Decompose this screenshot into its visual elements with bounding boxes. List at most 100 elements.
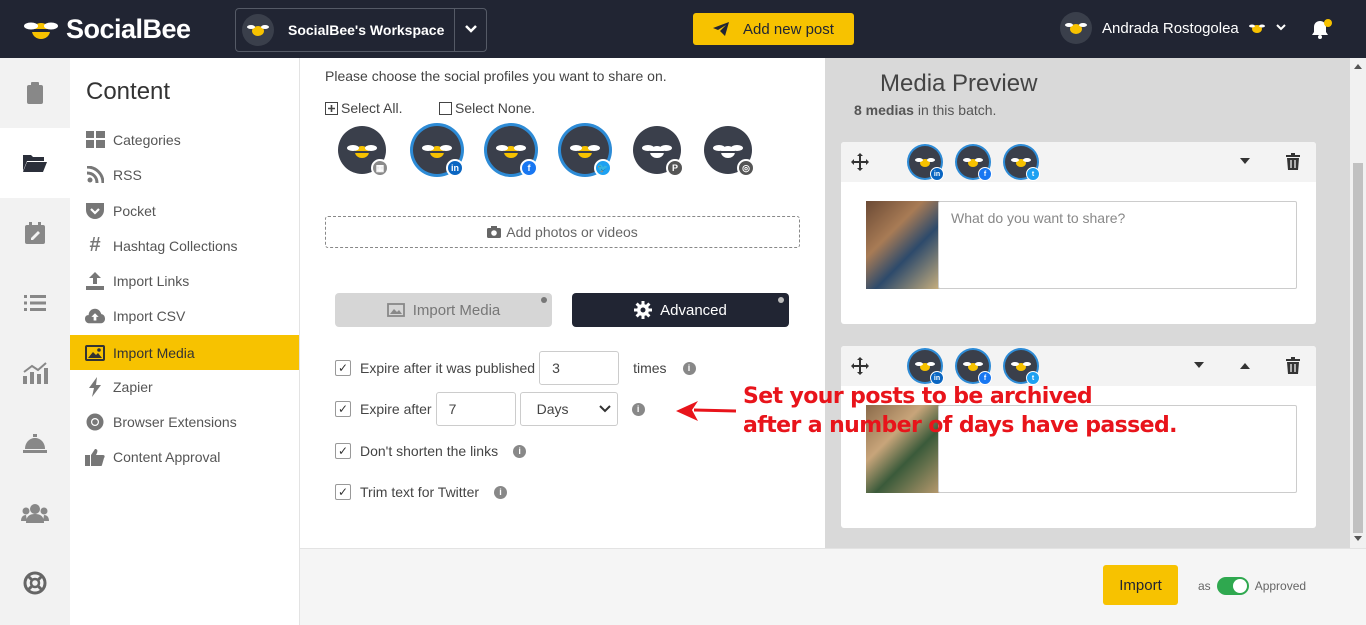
sidebar-item-hashtag-collections[interactable]: # Hashtag Collections: [70, 228, 299, 263]
add-new-post-button[interactable]: Add new post: [693, 13, 854, 45]
chevron-down-icon[interactable]: [464, 19, 478, 39]
preview-scrollbar[interactable]: [1350, 58, 1366, 548]
trash-icon[interactable]: [1286, 357, 1300, 374]
rail-posts[interactable]: [0, 268, 70, 338]
sidebar-item-label: Pocket: [113, 202, 156, 219]
sidebar-item-label: Browser Extensions: [113, 413, 237, 430]
bee-icon: [422, 145, 452, 158]
expire-after-checkbox[interactable]: ✓: [335, 401, 351, 417]
sidebar-item-import-links[interactable]: Import Links: [70, 263, 299, 298]
concierge-bell-icon: [23, 434, 47, 453]
move-icon[interactable]: [851, 357, 869, 375]
add-media-label: Add photos or videos: [506, 224, 638, 240]
workspace-switcher[interactable]: SocialBee's Workspace: [235, 8, 487, 52]
rail-dashboard[interactable]: [0, 58, 70, 128]
profile-twitter[interactable]: 🐦: [561, 126, 612, 177]
google-business-icon: ▦: [371, 159, 389, 177]
info-icon[interactable]: i: [513, 444, 527, 458]
top-bar: SocialBee SocialBee's Workspace Add new …: [0, 0, 1366, 58]
import-media-form: Please choose the social profiles you wa…: [300, 58, 825, 548]
instagram-icon: ◎: [737, 159, 755, 177]
sidebar-item-categories[interactable]: Categories: [70, 122, 299, 157]
sidebar-item-rss[interactable]: RSS: [70, 157, 299, 192]
rail-team[interactable]: [0, 478, 70, 548]
expire-published-input[interactable]: 3: [539, 351, 620, 385]
times-label: times: [633, 360, 667, 376]
bee-icon: [713, 145, 743, 158]
media-preview-title: Media Preview: [880, 70, 1038, 97]
profile-linkedin[interactable]: in: [413, 126, 464, 177]
select-none-button[interactable]: Select None.: [439, 100, 535, 116]
approval-status: as Approved: [1198, 577, 1306, 595]
rail-schedule[interactable]: [0, 198, 70, 268]
plus-square-icon: [325, 101, 338, 115]
info-icon[interactable]: i: [682, 361, 696, 375]
scroll-up-icon[interactable]: [1354, 64, 1362, 69]
scrollbar-thumb[interactable]: [1353, 163, 1363, 533]
expire-unit-select[interactable]: Days: [519, 392, 618, 426]
notification-bell[interactable]: [1308, 17, 1332, 46]
import-button[interactable]: Import: [1103, 565, 1178, 605]
linkedin-icon: in: [446, 159, 464, 177]
workspace-avatar: [242, 14, 274, 46]
sidebar-item-browser-extensions[interactable]: Browser Extensions: [70, 404, 299, 439]
move-icon[interactable]: [851, 153, 869, 171]
profile-google-business[interactable]: ▦: [338, 126, 389, 177]
select-all-button[interactable]: Select All.: [325, 100, 402, 116]
scroll-down-icon[interactable]: [1354, 536, 1362, 541]
profile-instagram[interactable]: ◎: [704, 126, 755, 177]
card-profile-linkedin: in: [909, 146, 944, 181]
option-expire-after: ✓ Expire after 7 Days i: [335, 392, 645, 426]
trash-icon[interactable]: [1286, 153, 1300, 170]
dont-shorten-checkbox[interactable]: ✓: [335, 443, 351, 459]
media-card-header: in f t: [841, 142, 1316, 182]
select-all-label: Select All.: [341, 100, 403, 116]
rail-help[interactable]: [0, 548, 70, 618]
app-logo[interactable]: SocialBee: [24, 14, 191, 45]
card-profile-twitter: t: [1005, 350, 1040, 385]
sidebar-item-content-approval[interactable]: Content Approval: [70, 439, 299, 474]
media-preview-panel: Media Preview 8 medias in this batch. in…: [825, 58, 1350, 548]
facebook-icon: f: [978, 167, 992, 181]
caret-down-icon[interactable]: [1193, 362, 1205, 369]
caret-down-icon[interactable]: [1239, 158, 1251, 165]
post-text-input[interactable]: What do you want to share?: [938, 201, 1297, 289]
rail-content[interactable]: [0, 128, 70, 198]
annotation-line-1: Set your posts to be archived: [743, 384, 1093, 409]
info-icon[interactable]: i: [631, 402, 645, 416]
dont-shorten-label: Don't shorten the links: [360, 443, 499, 459]
sidebar-item-import-media[interactable]: Import Media: [70, 335, 299, 370]
expire-after-input[interactable]: 7: [435, 392, 516, 426]
rail-services[interactable]: [0, 408, 70, 478]
approved-toggle[interactable]: [1216, 577, 1249, 595]
profile-facebook[interactable]: f: [487, 126, 538, 177]
sidebar-item-label: Import CSV: [113, 307, 186, 324]
media-count-bold: 8 medias: [854, 102, 914, 118]
caret-up-icon[interactable]: [1239, 362, 1251, 369]
option-dont-shorten: ✓ Don't shorten the links i: [335, 443, 527, 459]
sidebar-item-pocket[interactable]: Pocket: [70, 193, 299, 228]
info-icon[interactable]: i: [494, 485, 508, 499]
bee-icon: [496, 145, 526, 158]
sidebar-item-zapier[interactable]: Zapier: [70, 369, 299, 404]
trim-twitter-checkbox[interactable]: ✓: [335, 484, 351, 500]
tab-advanced-label: Advanced: [660, 301, 727, 319]
user-menu[interactable]: Andrada Rostogolea: [1060, 12, 1287, 44]
expire-published-label: Expire after it was published: [360, 360, 536, 376]
sidebar-title: Content: [86, 78, 171, 105]
tab-import-media[interactable]: Import Media: [335, 293, 552, 327]
add-photos-videos-dropzone[interactable]: Add photos or videos: [325, 216, 800, 248]
select-none-label: Select None.: [455, 100, 536, 116]
expire-published-checkbox[interactable]: ✓: [335, 360, 351, 376]
profile-pinterest[interactable]: P: [633, 126, 684, 177]
trim-twitter-label: Trim text for Twitter: [360, 484, 480, 500]
sidebar-item-label: RSS: [113, 166, 142, 183]
card-profile-twitter: t: [1005, 146, 1040, 181]
sidebar-item-import-csv[interactable]: Import CSV: [70, 298, 299, 333]
card-profile-linkedin: in: [909, 350, 944, 385]
bolt-icon: [85, 376, 105, 397]
rail-analytics[interactable]: [0, 338, 70, 408]
tab-advanced[interactable]: Advanced: [572, 293, 789, 327]
sidebar-item-label: Zapier: [113, 378, 153, 395]
chevron-down-icon: [1276, 24, 1286, 31]
